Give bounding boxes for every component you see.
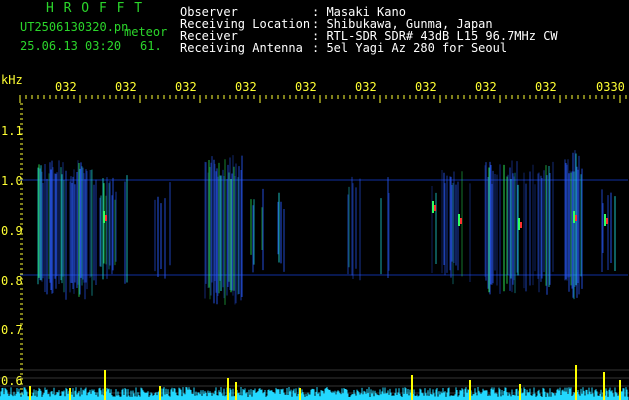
echo-halo [458, 214, 460, 226]
echo-spot [460, 218, 462, 224]
echo-spot [105, 215, 107, 221]
echo-spot [575, 215, 577, 221]
echo-spot [606, 218, 608, 224]
echo-halo [604, 214, 606, 226]
spectrogram-signals [37, 150, 616, 305]
echo-halo [573, 211, 575, 223]
echo-halo [103, 211, 105, 223]
spectrogram-plot [0, 95, 629, 400]
echo-spot [434, 205, 436, 211]
spectrogram-screen: H R O F F T UT2506130320.pn meteor 25.06… [0, 0, 629, 400]
echo-spot [520, 222, 522, 228]
echo-halo [432, 201, 434, 213]
echo-halo [518, 218, 520, 230]
